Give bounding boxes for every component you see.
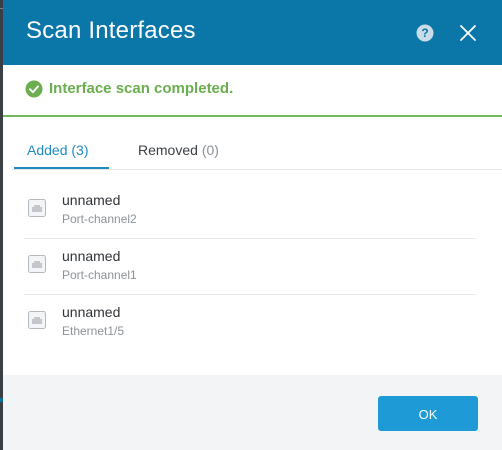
interface-port-icon (28, 199, 46, 217)
ok-button[interactable]: OK (378, 396, 478, 431)
check-circle-icon (25, 80, 43, 98)
tab-added-label: Added (3) (27, 142, 89, 158)
status-banner: Interface scan completed. (3, 65, 502, 117)
interface-name: unnamed (62, 248, 121, 264)
interface-port: Port-channel1 (62, 268, 137, 282)
dialog-header: Scan Interfaces ? (3, 0, 502, 65)
dialog-footer: OK (3, 375, 502, 450)
svg-text:?: ? (421, 26, 428, 40)
tab-removed[interactable]: Removed (0) (125, 139, 225, 168)
dialog-title: Scan Interfaces (26, 17, 196, 44)
interface-name: unnamed (62, 304, 121, 320)
interface-name: unnamed (62, 192, 121, 208)
scan-interfaces-dialog: Scan Interfaces ? Interface scan complet… (3, 0, 502, 450)
interface-list: unnamed Port-channel2 unnamed Port-chann… (12, 183, 476, 350)
interface-port: Port-channel2 (62, 212, 137, 226)
list-item: unnamed Port-channel2 (24, 183, 476, 239)
tab-removed-label: Removed (0) (138, 142, 219, 158)
interface-port-icon (28, 311, 46, 329)
question-circle-icon[interactable]: ? (416, 24, 434, 42)
list-item: unnamed Port-channel1 (24, 239, 476, 295)
interface-port: Ethernet1/5 (62, 324, 125, 338)
tab-added[interactable]: Added (3) (14, 139, 109, 169)
tab-bar: Added (3) Removed (0) (12, 139, 502, 170)
list-item: unnamed Ethernet1/5 (24, 295, 476, 350)
interface-port-icon (28, 255, 46, 273)
status-message: Interface scan completed. (49, 80, 234, 97)
close-icon[interactable] (458, 23, 478, 43)
